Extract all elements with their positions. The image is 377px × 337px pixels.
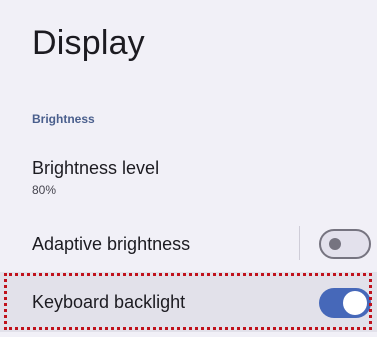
- brightness-level-summary: 80%: [32, 183, 57, 197]
- adaptive-brightness-preference[interactable]: Adaptive brightness: [0, 222, 377, 266]
- section-header-brightness: Brightness: [32, 112, 95, 126]
- keyboard-backlight-toggle[interactable]: [319, 288, 371, 318]
- toggle-thumb: [343, 291, 367, 315]
- adaptive-brightness-toggle[interactable]: [319, 229, 371, 259]
- page-title: Display: [32, 24, 145, 62]
- brightness-level-preference[interactable]: Brightness level 80%: [0, 148, 377, 210]
- vertical-divider: [299, 226, 300, 260]
- keyboard-backlight-title: Keyboard backlight: [32, 292, 186, 312]
- brightness-level-title: Brightness level: [32, 158, 160, 178]
- adaptive-brightness-title: Adaptive brightness: [32, 234, 191, 254]
- keyboard-backlight-preference[interactable]: Keyboard backlight: [0, 272, 377, 332]
- display-settings-screen: Display Brightness Brightness level 80% …: [0, 0, 377, 337]
- toggle-thumb: [329, 238, 341, 250]
